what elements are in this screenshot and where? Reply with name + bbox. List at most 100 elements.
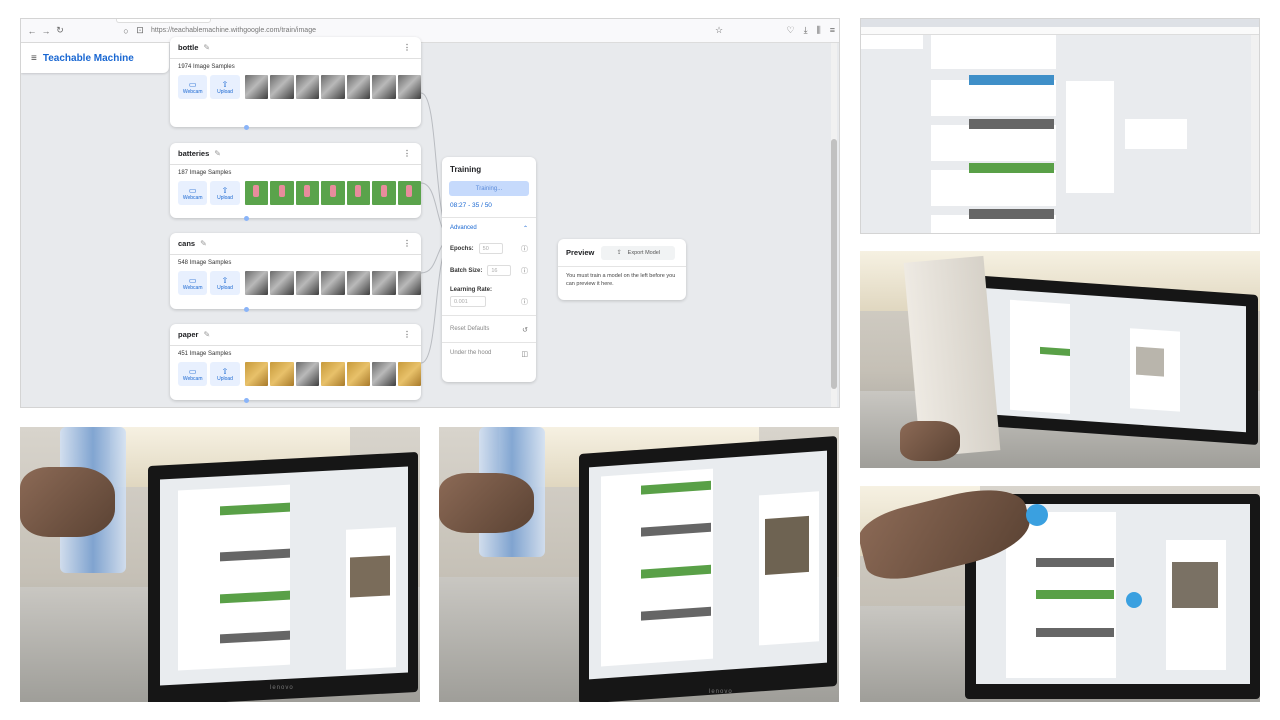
learning-rate-input[interactable]: 0.001 [450, 296, 486, 307]
sample-thumbnail[interactable] [346, 362, 371, 386]
preview-header: Preview ⇪ Export Model [558, 239, 686, 267]
webcam-button[interactable]: ▭ Webcam [178, 362, 208, 386]
edit-pencil-icon[interactable]: ✎ [203, 330, 210, 339]
sample-thumbnail[interactable] [346, 75, 371, 99]
photo-bottle-center: lenovo [439, 427, 839, 702]
edit-pencil-icon[interactable]: ✎ [200, 239, 207, 248]
help-icon[interactable]: ⓘ [521, 244, 528, 254]
sample-thumbnail[interactable] [244, 271, 269, 295]
sample-thumbnail[interactable] [244, 75, 269, 99]
sample-thumbnail[interactable] [295, 75, 320, 99]
sample-count: 1974 Image Samples [178, 64, 235, 70]
sample-thumbnail[interactable] [372, 181, 396, 205]
bookmark-star-icon[interactable]: ☆ [715, 25, 723, 36]
screenshot-thumbnail [860, 18, 1260, 234]
panel-icon: ◫ [521, 351, 528, 358]
under-the-hood-button[interactable]: Under the hood ◫ [442, 343, 536, 358]
edit-pencil-icon[interactable]: ✎ [203, 43, 210, 52]
sample-thumbnail[interactable] [321, 271, 345, 295]
class-card-bottle: bottle ✎ ⋮ 1974 Image Samples ▭ Webcam ⇧ Upl… [170, 37, 421, 130]
preview-panel: Preview ⇪ Export Model You must train a m… [558, 239, 686, 300]
sample-thumbnail[interactable] [321, 181, 345, 205]
class-name[interactable]: bottle ✎ ⋮ [170, 37, 421, 59]
preview-title: Preview [566, 248, 595, 257]
sample-thumbnail[interactable] [270, 181, 294, 205]
train-model-button[interactable]: Training... [449, 181, 529, 196]
address-bar[interactable]: https://teachablemachine.withgoogle.com/… [151, 27, 316, 34]
pocket-icon[interactable]: ♡ [787, 25, 795, 36]
app-title: Teachable Machine [42, 52, 134, 64]
upload-button[interactable]: ⇧ Upload [210, 181, 240, 205]
sample-count: 187 Image Samples [178, 170, 232, 176]
scroll-indicator [244, 125, 249, 130]
batch-size-field: Batch Size: 16 ⓘ [442, 254, 536, 276]
reload-icon[interactable]: ↻ [53, 25, 67, 36]
sample-thumbnail[interactable] [397, 362, 421, 386]
help-icon[interactable]: ⓘ [521, 266, 528, 276]
more-options-icon[interactable]: ⋮ [403, 43, 411, 52]
class-name[interactable]: batteries ✎ ⋮ [170, 143, 421, 165]
shield-icon: ○ [123, 25, 129, 36]
more-options-icon[interactable]: ⋮ [403, 239, 411, 248]
sample-thumbnail[interactable] [295, 181, 320, 205]
sample-row: ▭ Webcam ⇧ Upload [170, 180, 421, 206]
sample-thumbnail[interactable] [270, 271, 294, 295]
sample-thumbnail[interactable] [397, 271, 421, 295]
menu-icon[interactable]: ≡ [830, 25, 835, 36]
library-icon[interactable]: ⫼ [817, 25, 821, 36]
sample-thumbnail[interactable] [244, 362, 269, 386]
learning-rate-field: 0.001 ⓘ [442, 293, 536, 307]
sample-thumbnail[interactable] [270, 75, 294, 99]
upload-button[interactable]: ⇧ Upload [210, 362, 240, 386]
download-icon[interactable]: ⤓ [804, 25, 808, 36]
sample-row: ▭ Webcam ⇧ Upload [170, 270, 421, 296]
epochs-input[interactable]: 50 [478, 243, 503, 254]
browser-tab[interactable] [116, 19, 211, 23]
lock-icon: ⊡ [136, 25, 144, 35]
page-scrollbar[interactable] [831, 43, 837, 407]
upload-button[interactable]: ⇧ Upload [210, 75, 240, 99]
edit-pencil-icon[interactable]: ✎ [214, 149, 221, 158]
photo-bottle-left: lenovo [20, 427, 420, 702]
chevron-up-icon: ⌃ [522, 226, 528, 232]
sample-thumbnail[interactable] [346, 181, 371, 205]
sample-thumbnail[interactable] [321, 362, 345, 386]
sample-thumbnail[interactable] [397, 75, 421, 99]
upload-icon: ⇧ [221, 185, 229, 195]
photo-hand-cap [860, 486, 1260, 702]
class-name[interactable]: cans ✎ ⋮ [170, 233, 421, 255]
reset-icon: ↺ [522, 327, 528, 334]
upload-icon: ⇧ [221, 275, 229, 285]
hamburger-icon[interactable]: ≡ [31, 53, 37, 64]
advanced-toggle[interactable]: Advanced ⌃ [442, 218, 536, 232]
sample-thumbnail[interactable] [372, 362, 396, 386]
batch-size-select[interactable]: 16 [487, 265, 512, 276]
sample-thumbnail[interactable] [346, 271, 371, 295]
more-options-icon[interactable]: ⋮ [403, 330, 411, 339]
sample-thumbnail[interactable] [295, 362, 320, 386]
collage: ← → ↻ ○ ⊡ https://teachablemachine.withg… [0, 0, 1280, 720]
sample-count: 548 Image Samples [178, 260, 232, 266]
sample-thumbnail[interactable] [270, 362, 294, 386]
sample-thumbnail[interactable] [295, 271, 320, 295]
sample-thumbnail[interactable] [372, 75, 396, 99]
export-model-button[interactable]: ⇪ Export Model [601, 245, 676, 260]
help-icon[interactable]: ⓘ [521, 297, 528, 307]
back-icon[interactable]: ← [25, 26, 39, 36]
forward-icon[interactable]: → [39, 26, 53, 36]
class-name[interactable]: paper ✎ ⋮ [170, 324, 421, 346]
upload-icon: ⇧ [221, 366, 229, 376]
more-options-icon[interactable]: ⋮ [403, 149, 411, 158]
sample-thumbnail[interactable] [372, 271, 396, 295]
webcam-button[interactable]: ▭ Webcam [178, 271, 208, 295]
sample-thumbnail[interactable] [397, 181, 421, 205]
sample-thumbnail[interactable] [244, 181, 269, 205]
webcam-button[interactable]: ▭ Webcam [178, 181, 208, 205]
class-card-cans: cans ✎ ⋮ 548 Image Samples ▭ Webcam ⇧ Upload [170, 233, 421, 312]
scroll-indicator [244, 307, 249, 312]
sample-thumbnail[interactable] [321, 75, 345, 99]
reset-defaults-button[interactable]: Reset Defaults ↺ [442, 316, 536, 334]
upload-button[interactable]: ⇧ Upload [210, 271, 240, 295]
webcam-icon: ▭ [188, 366, 197, 376]
webcam-button[interactable]: ▭ Webcam [178, 75, 208, 99]
